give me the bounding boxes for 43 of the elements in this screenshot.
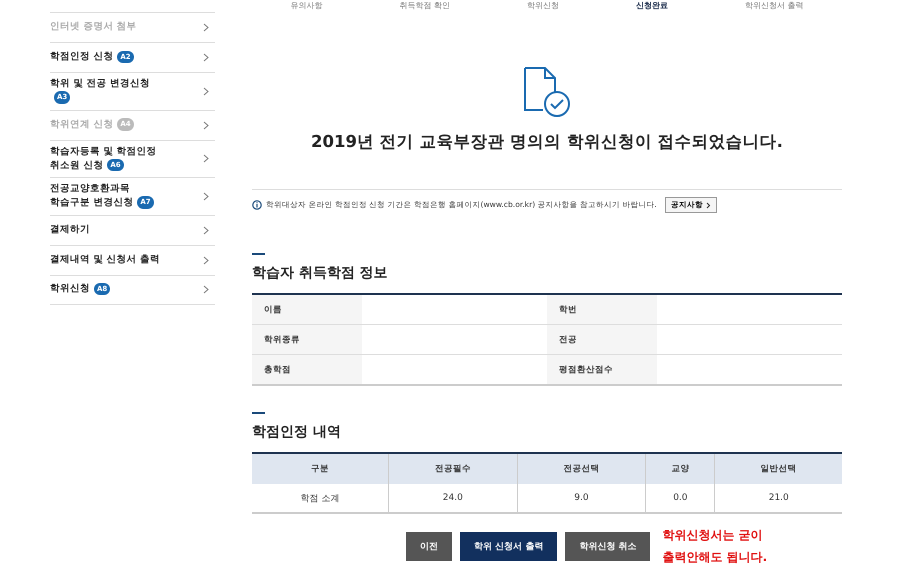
chevron-icon [203,226,209,234]
annotation-text: 출력안해도 됩니다. [662,549,768,566]
column-header: 일반선택 [714,453,842,484]
table-header-cell: 학위종류 [252,324,362,354]
annotation-text: 학위신청서는 굳이 [662,527,764,544]
column-header: 교양 [646,453,715,484]
chevron-icon [203,256,209,264]
confirmation-message: 2019년 전기 교육부장관 명의의 학위신청이 접수되었습니다. [311,131,783,153]
chevron-icon [203,192,209,201]
chevron-icon [203,285,209,294]
table-cell: 9.0 [517,484,646,513]
table-header-cell: 평점환산점수 [547,354,657,385]
section-title: 학습자 취득학점 정보 [252,264,389,282]
table-header-cell: 이름 [252,294,362,324]
step-label: 학위신청 [526,0,559,12]
column-header: 구분 [252,453,388,484]
chevron-icon [203,154,209,164]
table-cell: 24.0 [388,484,518,513]
chevron-icon [203,53,209,62]
table-header-cell: 전공 [547,324,657,354]
action-button[interactable]: 학위신청 취소 [565,532,650,560]
chevron-icon [203,23,209,32]
document-check-icon [521,66,573,118]
action-button[interactable]: 이전 [406,532,452,560]
step-label: 유의사항 [290,0,322,12]
table-header-cell: 학번 [547,294,657,324]
chevron-icon [203,86,209,96]
sidebar-item[interactable]: 결제하기 [50,214,215,244]
column-header: 전공선택 [517,453,646,484]
step-label: 학위신청서 출력 [744,0,804,12]
table-cell: 0.0 [646,484,715,513]
info-icon [252,200,262,210]
table-cell: 학점 소계 [252,484,388,513]
action-button[interactable]: 학위 신청서 출력 [460,532,558,560]
column-header: 전공필수 [388,453,518,484]
section-title: 학점인정 내역 [252,423,342,441]
step-label: 취득학점 확인 [399,0,450,12]
step-label: 신청완료 [636,0,668,12]
table-cell: 21.0 [714,484,842,513]
sidebar-item[interactable]: 결제내역 및 신청서 출력 [50,244,215,274]
chevron-icon [203,120,209,130]
chevron-icon [706,202,711,208]
table-header-cell: 총학점 [252,354,362,385]
